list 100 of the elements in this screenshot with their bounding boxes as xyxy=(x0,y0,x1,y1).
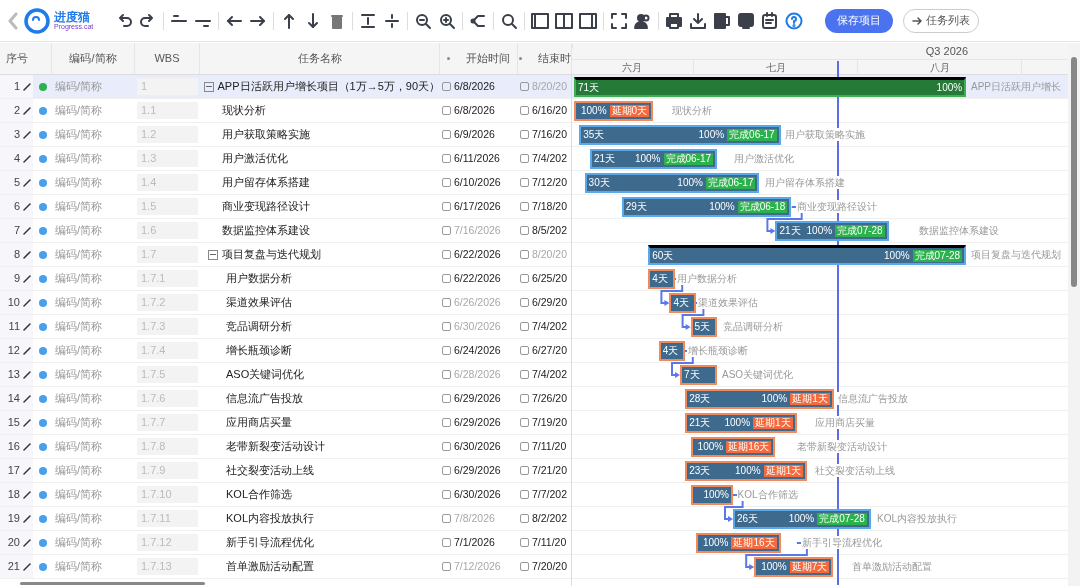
checkbox[interactable] xyxy=(520,82,529,91)
checkbox[interactable] xyxy=(520,106,529,115)
gantt-bar[interactable]: 4天 xyxy=(658,341,686,361)
checkbox[interactable] xyxy=(442,130,451,139)
right-panel-icon[interactable] xyxy=(579,11,598,30)
gantt-bar[interactable]: 60天 100% 完成07-28 xyxy=(648,245,967,265)
table-row[interactable]: 18 编码/简称 1.7.10 KOL合作筛选 6/30/2026 7/7/202 xyxy=(0,483,571,507)
gantt-bar[interactable]: 26天 100% 完成07-28 xyxy=(733,509,871,529)
table-row[interactable]: 6 编码/简称 1.5 商业变现路径设计 6/17/2026 7/18/20 xyxy=(0,195,571,219)
collapse-rows-icon[interactable] xyxy=(383,11,402,30)
table-row[interactable]: 7 编码/简称 1.6 数据监控体系建设 7/16/2026 8/5/202 xyxy=(0,219,571,243)
table-row[interactable]: 11 编码/简称 1.7.3 竞品调研分析 6/30/2026 7/4/202 xyxy=(0,315,571,339)
column-header[interactable]: 结束时 xyxy=(537,50,571,67)
collapse-toggle[interactable] xyxy=(208,249,218,260)
save-button[interactable]: 保存项目 xyxy=(825,8,894,33)
checkbox[interactable] xyxy=(520,538,529,547)
checkbox[interactable] xyxy=(520,442,529,451)
column-header[interactable]: 开始时间 xyxy=(466,50,510,67)
checkbox[interactable] xyxy=(442,250,451,259)
checkbox[interactable] xyxy=(520,322,529,331)
checkbox[interactable] xyxy=(520,250,529,259)
help-icon[interactable] xyxy=(785,11,804,30)
checkbox[interactable] xyxy=(520,514,529,523)
zoom-out-icon[interactable] xyxy=(414,11,433,30)
gantt-bar[interactable]: 29天 100% 完成06-18 xyxy=(621,197,792,217)
checkbox[interactable] xyxy=(520,274,529,283)
checkbox[interactable] xyxy=(442,82,451,91)
table-row[interactable]: 5 编码/简称 1.4 用户留存体系搭建 6/10/2026 7/12/20 xyxy=(0,171,571,195)
checkbox[interactable] xyxy=(520,226,529,235)
pencil-icon[interactable] xyxy=(23,490,31,499)
checkbox[interactable] xyxy=(520,394,529,403)
pencil-icon[interactable] xyxy=(23,202,31,211)
gantt-bar[interactable]: 7天 xyxy=(680,365,718,385)
table-row[interactable]: 19 编码/简称 1.7.11 KOL内容投放执行 7/8/2026 8/2/202 xyxy=(0,507,571,531)
table-row[interactable]: 10 编码/简称 1.7.2 渠道效果评估 6/26/2026 6/29/20 xyxy=(0,291,571,315)
checkbox[interactable] xyxy=(520,370,529,379)
checkbox[interactable] xyxy=(442,538,451,547)
pencil-icon[interactable] xyxy=(23,394,31,403)
pencil-icon[interactable] xyxy=(23,298,31,307)
table-row[interactable]: 17 编码/简称 1.7.9 社交裂变活动上线 6/29/2026 7/21/20 xyxy=(0,459,571,483)
search-icon[interactable] xyxy=(500,11,519,30)
gantt-bar[interactable]: 4天 xyxy=(648,269,675,289)
gantt-bar[interactable]: 21天 100% 完成06-17 xyxy=(589,149,718,169)
gantt-bar[interactable]: 30天 100% 完成06-17 xyxy=(584,173,760,193)
table-row[interactable]: 3 编码/简称 1.2 用户获取策略实施 6/9/2026 7/16/20 xyxy=(0,123,571,147)
print-icon[interactable] xyxy=(665,11,684,30)
pencil-icon[interactable] xyxy=(23,322,31,331)
checkbox[interactable] xyxy=(442,106,451,115)
gantt-bar[interactable]: 100% 延期16天 xyxy=(695,533,781,553)
checkbox[interactable] xyxy=(520,298,529,307)
table-row[interactable]: 12 编码/简称 1.7.4 增长瓶颈诊断 6/24/2026 6/27/20 xyxy=(0,339,571,363)
column-header[interactable]: WBS xyxy=(154,50,180,67)
checkbox[interactable] xyxy=(520,178,529,187)
collapse-toggle[interactable] xyxy=(204,81,214,92)
zoom-in-icon[interactable] xyxy=(438,11,457,30)
table-row[interactable]: 14 编码/简称 1.7.6 信息流广告投放 6/29/2026 7/26/20 xyxy=(0,387,571,411)
gantt-bar[interactable]: 100% 延期16天 xyxy=(690,437,776,457)
vertical-scrollbar[interactable] xyxy=(1068,43,1080,586)
checkbox[interactable] xyxy=(520,418,529,427)
pencil-icon[interactable] xyxy=(23,250,31,259)
table-row[interactable]: 4 编码/简称 1.3 用户激活优化 6/11/2026 7/4/202 xyxy=(0,147,571,171)
checkbox[interactable] xyxy=(442,514,451,523)
gantt-bar[interactable]: 28天 100% 延期1天 xyxy=(685,389,834,409)
pencil-icon[interactable] xyxy=(23,418,31,427)
checkbox[interactable] xyxy=(520,154,529,163)
gantt-bar[interactable]: 5天 xyxy=(690,317,718,337)
checkbox[interactable] xyxy=(520,346,529,355)
table-row[interactable]: 2 编码/简称 1.1 现状分析 6/8/2026 6/16/20 xyxy=(0,99,571,123)
table-row[interactable]: 9 编码/简称 1.7.1 用户数据分析 6/22/2026 6/25/20 xyxy=(0,267,571,291)
table-row[interactable]: 13 编码/简称 1.7.5 ASO关键词优化 6/28/2026 7/4/202 xyxy=(0,363,571,387)
checkbox[interactable] xyxy=(520,490,529,499)
pencil-icon[interactable] xyxy=(23,466,31,475)
gantt-bar[interactable]: 71天 100% xyxy=(574,77,967,97)
checkbox[interactable] xyxy=(442,178,451,187)
checkbox[interactable] xyxy=(520,130,529,139)
checkbox[interactable] xyxy=(442,490,451,499)
checkbox[interactable] xyxy=(520,466,529,475)
column-header[interactable]: 任务名称 xyxy=(297,50,342,67)
horizontal-scrollbar[interactable] xyxy=(20,582,205,585)
checkbox[interactable] xyxy=(442,370,451,379)
download-icon[interactable] xyxy=(689,11,708,30)
gantt-bar[interactable]: 4天 xyxy=(669,293,696,313)
pencil-icon[interactable] xyxy=(23,370,31,379)
task-list-button[interactable]: 任务列表 xyxy=(903,8,980,33)
pencil-icon[interactable] xyxy=(23,562,31,571)
column-header[interactable]: 序号 xyxy=(6,50,28,67)
pencil-icon[interactable] xyxy=(23,442,31,451)
checkbox[interactable] xyxy=(442,466,451,475)
notes-icon[interactable] xyxy=(761,11,780,30)
split-panel-icon[interactable] xyxy=(555,11,574,30)
gantt-bar[interactable]: 100% 延期0天 xyxy=(574,101,654,121)
gantt-bar[interactable]: 100% xyxy=(690,485,733,505)
checkbox[interactable] xyxy=(442,298,451,307)
checkbox[interactable] xyxy=(442,394,451,403)
checkbox[interactable] xyxy=(442,346,451,355)
pencil-icon[interactable] xyxy=(23,154,31,163)
gantt-bar[interactable]: 23天 100% 延期1天 xyxy=(685,461,808,481)
pencil-icon[interactable] xyxy=(23,514,31,523)
checkbox[interactable] xyxy=(520,562,529,571)
fullscreen-icon[interactable] xyxy=(610,11,629,30)
